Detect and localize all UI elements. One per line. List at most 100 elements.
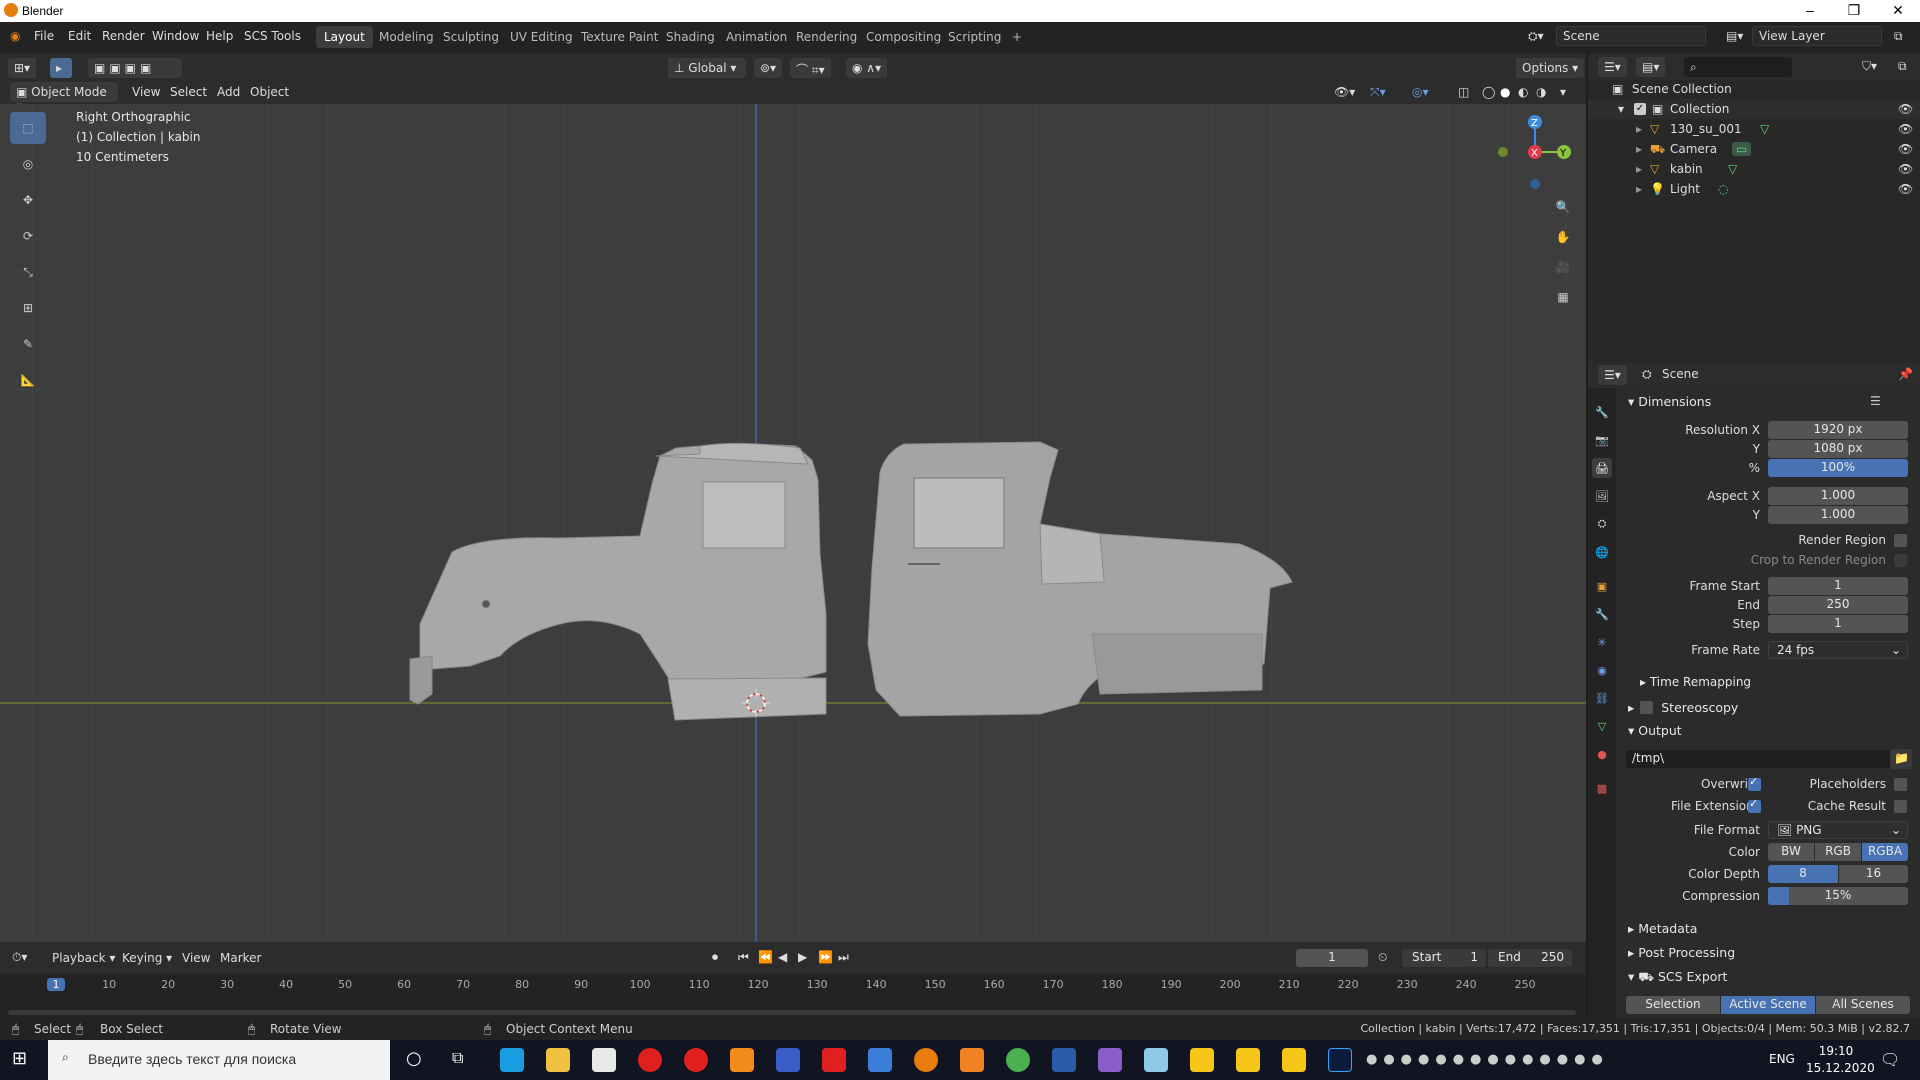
ortho-toggle-icon[interactable]: ▦ <box>1550 284 1576 310</box>
tab-layout[interactable]: Layout <box>316 26 373 48</box>
color-depth-16-button[interactable]: 16 <box>1839 865 1908 883</box>
dimensions-section[interactable]: ▾ Dimensions <box>1628 394 1711 409</box>
notifications-icon[interactable]: 🗨 <box>1880 1050 1900 1069</box>
compression-slider[interactable]: 15% <box>1768 887 1908 905</box>
tab-shading[interactable]: Shading <box>658 26 723 48</box>
cache-result-checkbox[interactable] <box>1894 800 1907 813</box>
current-frame-field[interactable]: 1 <box>1296 949 1368 967</box>
3d-viewport[interactable]: Right Orthographic (1) Collection | kabi… <box>0 104 1586 942</box>
annotate-tool-icon[interactable]: ✎ <box>10 328 46 360</box>
aspect-x-field[interactable]: 1.000 <box>1768 487 1908 505</box>
transform-orientation-select[interactable]: ⊥ Global ▾ <box>668 58 746 78</box>
scs-all-scenes-button[interactable]: All Scenes <box>1816 996 1910 1014</box>
yandex-browser-icon[interactable] <box>684 1048 708 1072</box>
eye-icon[interactable]: 👁 <box>1898 102 1913 116</box>
folder-icon[interactable] <box>1236 1048 1260 1072</box>
solid-shading-icon[interactable]: ● <box>1500 85 1510 99</box>
menu-render[interactable]: Render <box>102 29 145 43</box>
resolution-y-field[interactable]: 1080 px <box>1768 440 1908 458</box>
menu-keying[interactable]: Keying ▾ <box>122 951 172 965</box>
color-rgb-button[interactable]: RGB <box>1815 843 1861 861</box>
scs-export-section[interactable]: ▾ ⛟ SCS Export <box>1628 969 1727 986</box>
tool-tab-icon[interactable]: 🔧 <box>1592 402 1612 422</box>
menu-add[interactable]: Add <box>217 85 240 99</box>
current-frame-marker[interactable]: 1 <box>47 978 65 991</box>
timeline-area[interactable]: 1 10 20 30 40 50 60 70 80 90 100 110 120 130 140 150 160… <box>0 974 1586 1018</box>
checkbox-icon[interactable]: ✓ <box>1634 103 1646 115</box>
tab-texture-paint[interactable]: Texture Paint <box>573 26 666 48</box>
scene-tab-icon[interactable]: ⛭ <box>1592 514 1612 534</box>
opera-icon[interactable] <box>638 1048 662 1072</box>
notepad-icon[interactable] <box>1144 1048 1168 1072</box>
jump-start-icon[interactable]: ⏮ <box>738 950 749 965</box>
post-processing-section[interactable]: ▸ Post Processing <box>1628 945 1735 960</box>
shading-options-icon[interactable]: ▾ <box>1560 85 1566 99</box>
stereoscopy-section[interactable]: ▸ Stereoscopy <box>1628 699 1738 715</box>
eye-icon[interactable]: 👁 <box>1898 182 1913 196</box>
clock-time[interactable]: 19:10 <box>1806 1044 1866 1058</box>
tab-scripting[interactable]: Scripting <box>940 26 1009 48</box>
outliner-type-icon[interactable]: ☰▾ <box>1598 57 1627 77</box>
menu-edit[interactable]: Edit <box>68 29 91 43</box>
visibility-icon[interactable]: 👁▾ <box>1334 85 1355 99</box>
camera-view-icon[interactable]: 🎥 <box>1550 254 1576 280</box>
pivot-icon[interactable]: ⊚▾ <box>754 58 783 78</box>
time-remapping-subsection[interactable]: ▸ Time Remapping <box>1640 675 1751 689</box>
transform-tool-icon[interactable]: ⊞ <box>10 292 46 324</box>
app-icon[interactable] <box>1098 1048 1122 1072</box>
select-box-tool-icon[interactable]: ⬚ <box>10 112 46 144</box>
expand-icon[interactable]: ▸ <box>1636 142 1642 156</box>
add-workspace-icon[interactable]: + <box>1004 26 1030 48</box>
frame-rate-select[interactable]: 24 fps ⌄ <box>1768 641 1908 659</box>
close-button[interactable]: ✕ <box>1876 2 1920 19</box>
word-icon[interactable] <box>1052 1048 1076 1072</box>
tab-compositing[interactable]: Compositing <box>858 26 949 48</box>
end-frame-field[interactable]: End 250 <box>1488 949 1572 967</box>
crop-checkbox[interactable] <box>1894 554 1907 567</box>
task-view-icon[interactable]: ⧉ <box>452 1048 476 1072</box>
menu-marker[interactable]: Marker <box>220 951 261 965</box>
eye-icon[interactable]: 👁 <box>1898 142 1913 156</box>
cursor-tool-icon[interactable]: ◎ <box>10 148 46 180</box>
outliner-item[interactable]: ▸ 💡 Light ◌ 👁 <box>1588 179 1920 199</box>
windows-start-icon[interactable]: ⊞ <box>12 1048 36 1072</box>
overwrite-checkbox[interactable] <box>1748 775 1761 791</box>
overlay-toggle-icon[interactable]: ◎▾ <box>1412 85 1429 99</box>
timeline-scrollbar[interactable] <box>8 1010 1576 1015</box>
tab-modeling[interactable]: Modeling <box>371 26 442 48</box>
scs-active-scene-button[interactable]: Active Scene <box>1721 996 1815 1014</box>
folder-icon[interactable] <box>1190 1048 1214 1072</box>
navigation-gizmo[interactable]: Z Y X <box>1490 108 1580 200</box>
outliner-item[interactable]: ▸ ▽ 130_su_001 ▽ 👁 <box>1588 119 1920 139</box>
material-tab-icon[interactable]: ● <box>1592 744 1612 764</box>
color-depth-8-button[interactable]: 8 <box>1768 865 1838 883</box>
menu-window[interactable]: Window <box>152 29 199 43</box>
tab-sculpting[interactable]: Sculpting <box>435 26 507 48</box>
output-tab-icon[interactable]: 🖨 <box>1592 458 1612 478</box>
view-layer-tab-icon[interactable]: 🖼 <box>1592 486 1612 506</box>
resolution-percent-slider[interactable]: 100% <box>1768 459 1908 477</box>
options-button[interactable]: Options ▾ <box>1516 58 1585 78</box>
outliner-item[interactable]: ▸ ⛟ Camera ▭ 👁 <box>1588 139 1920 159</box>
texture-tab-icon[interactable]: ▩ <box>1592 778 1612 798</box>
snap-icon[interactable]: ⌒ ⌗▾ <box>790 58 831 78</box>
next-keyframe-icon[interactable]: ⏩ <box>818 950 833 964</box>
tab-animation[interactable]: Animation <box>718 26 795 48</box>
play-icon[interactable]: ▶ <box>798 950 807 964</box>
object-tab-icon[interactable]: ▣ <box>1592 576 1612 596</box>
yandex-icon[interactable] <box>822 1048 846 1072</box>
menu-timeline-view[interactable]: View <box>182 951 210 965</box>
expand-icon[interactable]: ▸ <box>1636 122 1642 136</box>
expand-icon[interactable]: ▾ <box>1618 102 1624 116</box>
expand-icon[interactable]: ▸ <box>1636 162 1642 176</box>
editor-type-icon[interactable]: ⊞▾ <box>8 58 37 78</box>
cortana-icon[interactable]: ○ <box>406 1048 430 1072</box>
vpn-icon[interactable] <box>960 1048 984 1072</box>
scs-selection-button[interactable]: Selection <box>1626 996 1720 1014</box>
frame-ruler[interactable]: 1 10 20 30 40 50 60 70 80 90 100 110 120 130 140 150 160… <box>0 974 1586 998</box>
proportional-edit-icon[interactable]: ◉ ∧▾ <box>846 58 888 78</box>
outliner-item[interactable]: ▸ ▽ kabin ▽ 👁 <box>1588 159 1920 179</box>
move-tool-icon[interactable]: ✥ <box>10 184 46 216</box>
menu-file[interactable]: File <box>34 29 54 43</box>
record-icon[interactable]: ⏺ <box>712 950 718 965</box>
